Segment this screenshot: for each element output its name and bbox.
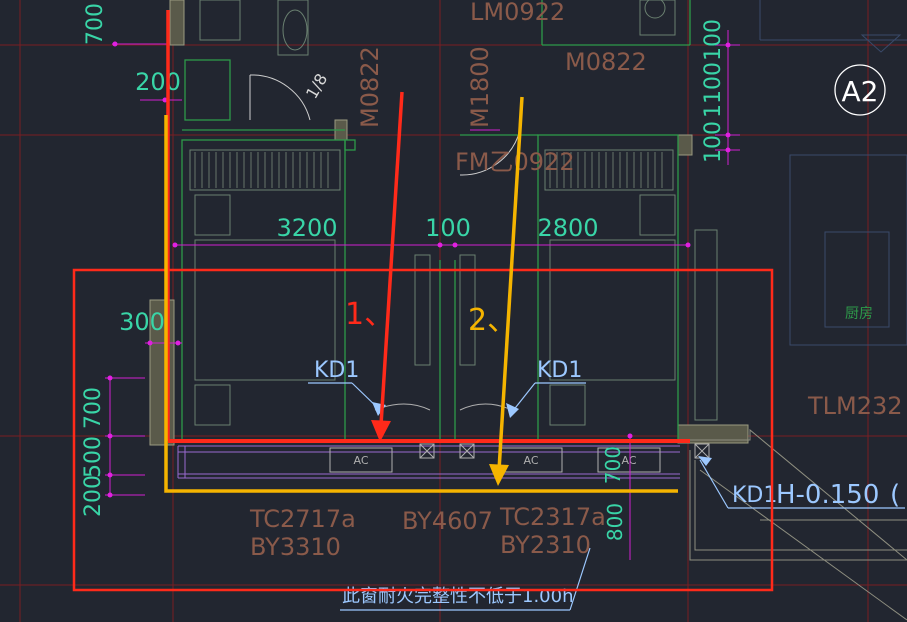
dim-2800: 2800	[537, 214, 598, 242]
dim-100-right-b: 100	[701, 121, 726, 163]
kd1-label-mid: KD1	[537, 358, 582, 383]
kd1-label-right: KD1	[732, 483, 777, 508]
label-fm0922: FM乙0922	[455, 148, 575, 176]
label-m1800: M1800	[466, 46, 494, 128]
ac-label-mid: AC	[523, 454, 538, 467]
dim-100: 100	[425, 214, 471, 242]
cad-drawing-canvas[interactable]: AC AC AC 3200 100 2800 300 200 700 700 5…	[0, 0, 907, 622]
dim-3200: 3200	[276, 214, 337, 242]
dim-300: 300	[119, 308, 165, 336]
elevation-label-cont: (	[890, 480, 900, 510]
dim-700-left: 700	[81, 387, 106, 429]
dim-200: 200	[135, 68, 181, 96]
annotation-2: 2、	[468, 303, 517, 338]
annotation-1: 1、	[345, 297, 394, 332]
label-lm0922: LM0922	[470, 0, 565, 26]
dim-500: 500	[81, 436, 106, 478]
dim-100-right-a: 100	[701, 19, 726, 61]
label-by2310: BY2310	[500, 531, 591, 559]
elevation-label: H-0.150	[776, 480, 879, 510]
kd1-label-left: KD1	[314, 358, 359, 383]
ac-label-left: AC	[353, 454, 368, 467]
label-m0822-top: M0822	[565, 48, 647, 76]
dim-200-bottom: 200	[81, 475, 106, 517]
dim-800: 800	[603, 503, 627, 541]
label-tc2717: TC2717a	[249, 505, 356, 533]
dim-700-top: 700	[83, 3, 108, 45]
room-tag: 厨房	[845, 306, 873, 322]
label-m0822-left: M0822	[356, 46, 384, 128]
label-tlm232: TLM232	[807, 392, 903, 420]
label-by4607: BY4607	[402, 507, 493, 535]
label-tc2317: TC2317a	[499, 503, 606, 531]
dim-700-right: 700	[601, 446, 625, 484]
dim-1100-right: 1100	[701, 62, 726, 118]
label-by3310: BY3310	[250, 533, 341, 561]
grid-bubble-label: A2	[842, 75, 879, 108]
